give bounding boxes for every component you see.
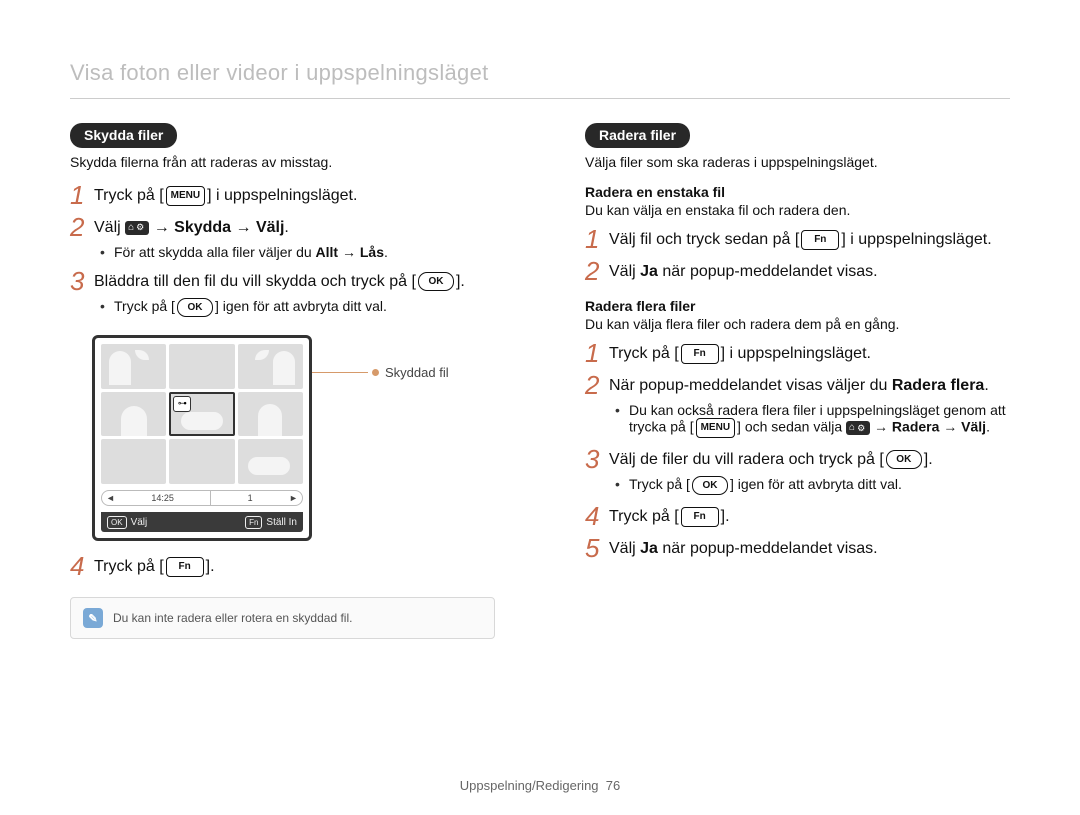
step-number: 1 — [585, 340, 609, 366]
step-text: Välj Ja när popup-meddelandet visas. — [609, 537, 1010, 560]
subtext: Du kan välja flera filer och radera dem … — [585, 316, 1010, 332]
fn-icon: Fn — [681, 507, 719, 527]
ok-icon: OK — [418, 272, 454, 291]
fn-icon: Fn — [681, 344, 719, 364]
step-number: 4 — [70, 553, 94, 579]
step-text: Bläddra till den fil du vill skydda och … — [94, 270, 495, 293]
step-2-sub: •För att skydda alla filer väljer du All… — [100, 244, 495, 260]
page-footer: Uppspelning/Redigering 76 — [0, 778, 1080, 793]
section-intro: Välja filer som ska raderas i uppspelnin… — [585, 154, 1010, 170]
ok-icon: OK — [177, 298, 213, 317]
bar-time: 14:25 — [151, 493, 174, 503]
right-column: Radera filer Välja filer som ska raderas… — [585, 123, 1010, 639]
section-intro: Skydda filerna från att raderas av misst… — [70, 154, 495, 170]
step-number: 3 — [585, 446, 609, 472]
step-number: 2 — [585, 258, 609, 284]
step-4: 4 Tryck på [Fn]. — [585, 505, 1010, 529]
ok-icon: OK — [107, 516, 127, 529]
step-number: 3 — [70, 268, 94, 294]
divider — [70, 98, 1010, 99]
step-number: 4 — [585, 503, 609, 529]
step-number: 5 — [585, 535, 609, 561]
thumbnail — [101, 439, 166, 484]
callout: Skyddad fil — [312, 365, 449, 380]
bullet: • Du kan också radera flera filer i upps… — [615, 402, 1010, 438]
step-text: Välj de filer du vill radera och tryck p… — [609, 448, 1010, 471]
footer-section: Uppspelning/Redigering — [460, 778, 599, 793]
thumbnail — [238, 439, 303, 484]
page: Visa foton eller videor i uppspelningslä… — [0, 0, 1080, 815]
subtext: Du kan välja en enstaka fil och radera d… — [585, 202, 1010, 218]
step-text: Tryck på [Fn]. — [609, 505, 1010, 528]
label-set: Ställ In — [266, 517, 297, 528]
section-pill-delete: Radera filer — [585, 123, 690, 148]
thumbnail — [169, 344, 234, 389]
fn-icon: Fn — [801, 230, 839, 250]
step-3-sub: •Tryck på [OK] igen för att avbryta ditt… — [100, 298, 495, 317]
page-title: Visa foton eller videor i uppspelningslä… — [70, 60, 1010, 86]
bullet: •Tryck på [OK] igen för att avbryta ditt… — [615, 476, 1010, 495]
step-text: Tryck på [Fn]. — [94, 555, 495, 578]
ok-icon: OK — [886, 450, 922, 469]
note-text: Du kan inte radera eller rotera en skydd… — [113, 611, 352, 625]
step-number: 2 — [585, 372, 609, 398]
bullet: •Tryck på [OK] igen för att avbryta ditt… — [100, 298, 495, 317]
step-text: Välj fil och tryck sedan på [Fn] i uppsp… — [609, 228, 1010, 251]
step-4: 4 Tryck på [Fn]. — [70, 555, 495, 579]
step-2-sub: • Du kan också radera flera filer i upps… — [615, 402, 1010, 438]
camera-screen: ⊶ ◄ 14:25 1 ► OK Välj — [92, 335, 312, 541]
settings-icon: ⌂⚙ — [846, 421, 870, 435]
thumbnail — [101, 344, 166, 389]
columns: Skydda filer Skydda filerna från att rad… — [70, 123, 1010, 639]
step-number: 1 — [70, 182, 94, 208]
fn-icon: Fn — [245, 516, 262, 529]
step-text: Tryck på [Fn] i uppspelningsläget. — [609, 342, 1010, 365]
callout-label: Skyddad fil — [385, 365, 449, 380]
ok-icon: OK — [692, 476, 728, 495]
menu-icon: MENU — [696, 418, 735, 438]
note-icon: ✎ — [83, 608, 103, 628]
step-text: När popup-meddelandet visas väljer du Ra… — [609, 374, 1010, 397]
step-1: 1 Välj fil och tryck sedan på [Fn] i upp… — [585, 228, 1010, 252]
step-5: 5 Välj Ja när popup-meddelandet visas. — [585, 537, 1010, 561]
footer-page: 76 — [606, 778, 620, 793]
step-text: Välj Ja när popup-meddelandet visas. — [609, 260, 1010, 283]
thumbnail — [169, 439, 234, 484]
lock-icon: ⊶ — [173, 396, 191, 412]
thumbnail — [238, 392, 303, 437]
step-2: 2 Välj Ja när popup-meddelandet visas. — [585, 260, 1010, 284]
scroll-bar: ◄ 14:25 1 ► — [101, 490, 303, 506]
thumbnail-selected: ⊶ — [169, 392, 234, 437]
settings-icon: ⌂⚙ — [125, 221, 149, 235]
subheading-single: Radera en enstaka fil — [585, 184, 1010, 200]
step-number: 2 — [70, 214, 94, 240]
step-2: 2 När popup-meddelandet visas väljer du … — [585, 374, 1010, 398]
step-1: 1 Tryck på [MENU] i uppspelningsläget. — [70, 184, 495, 208]
step-text: Tryck på [MENU] i uppspelningsläget. — [94, 184, 495, 207]
step-3: 3 Bläddra till den fil du vill skydda oc… — [70, 270, 495, 294]
menu-icon: MENU — [166, 186, 205, 206]
section-pill-protect: Skydda filer — [70, 123, 177, 148]
bullet: •För att skydda alla filer väljer du All… — [100, 244, 495, 260]
label-select: Välj — [131, 517, 148, 528]
thumbnail-grid: ⊶ — [101, 344, 303, 484]
step-1: 1 Tryck på [Fn] i uppspelningsläget. — [585, 342, 1010, 366]
note-box: ✎ Du kan inte radera eller rotera en sky… — [70, 597, 495, 639]
step-3-sub: •Tryck på [OK] igen för att avbryta ditt… — [615, 476, 1010, 495]
illustration: ⊶ ◄ 14:25 1 ► OK Välj — [92, 335, 495, 541]
bar-number: 1 — [248, 493, 253, 503]
step-2: 2 Välj ⌂⚙ → Skydda → Välj. — [70, 216, 495, 240]
left-column: Skydda filer Skydda filerna från att rad… — [70, 123, 495, 639]
step-3: 3 Välj de filer du vill radera och tryck… — [585, 448, 1010, 472]
thumbnail — [101, 392, 166, 437]
step-number: 1 — [585, 226, 609, 252]
fn-icon: Fn — [166, 557, 204, 577]
thumbnail — [238, 344, 303, 389]
bottom-bar: OK Välj Fn Ställ In — [101, 512, 303, 532]
subheading-multi: Radera flera filer — [585, 298, 1010, 314]
step-text: Välj ⌂⚙ → Skydda → Välj. — [94, 216, 495, 239]
